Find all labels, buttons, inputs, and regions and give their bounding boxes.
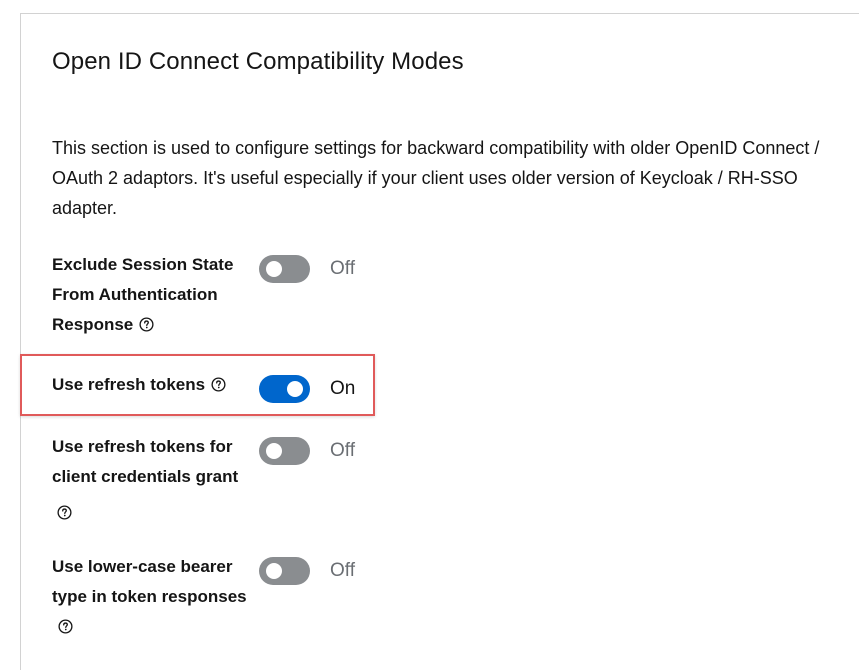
setting-label-text: Use refresh tokens xyxy=(52,375,206,394)
toggle-exclude-session-state[interactable] xyxy=(259,255,310,283)
question-circle-icon[interactable] xyxy=(58,614,73,634)
question-circle-icon[interactable] xyxy=(211,372,226,392)
toggle-lower-case-bearer[interactable] xyxy=(259,557,310,585)
setting-label-refresh-tokens-client-credentials: Use refresh tokens for client credential… xyxy=(52,432,252,528)
section-description: This section is used to configure settin… xyxy=(52,138,820,218)
toggle-refresh-tokens-client-credentials[interactable] xyxy=(259,437,310,465)
toggle-knob xyxy=(266,563,282,579)
question-circle-icon[interactable] xyxy=(57,500,72,520)
setting-label-lower-case-bearer: Use lower-case bearer type in token resp… xyxy=(52,552,252,642)
setting-label-text: Use lower-case bearer type in token resp… xyxy=(52,557,247,606)
toggle-knob xyxy=(287,381,303,397)
setting-label-exclude-session-state: Exclude Session State From Authenticatio… xyxy=(52,250,252,340)
toggle-state-label: On xyxy=(330,378,356,399)
toggle-state-label: Off xyxy=(330,440,355,461)
toggle-state-label: Off xyxy=(330,560,355,581)
setting-label-text: Use refresh tokens for client credential… xyxy=(52,437,239,486)
section-title: Open ID Connect Compatibility Modes xyxy=(52,48,464,75)
toggle-use-refresh-tokens[interactable] xyxy=(259,375,310,403)
question-circle-icon[interactable] xyxy=(139,312,154,332)
page: Open ID Connect Compatibility Modes This… xyxy=(0,0,859,670)
setting-label-use-refresh-tokens: Use refresh tokens xyxy=(52,370,272,400)
toggle-knob xyxy=(266,261,282,277)
toggle-knob xyxy=(266,443,282,459)
toggle-state-label: Off xyxy=(330,258,355,279)
